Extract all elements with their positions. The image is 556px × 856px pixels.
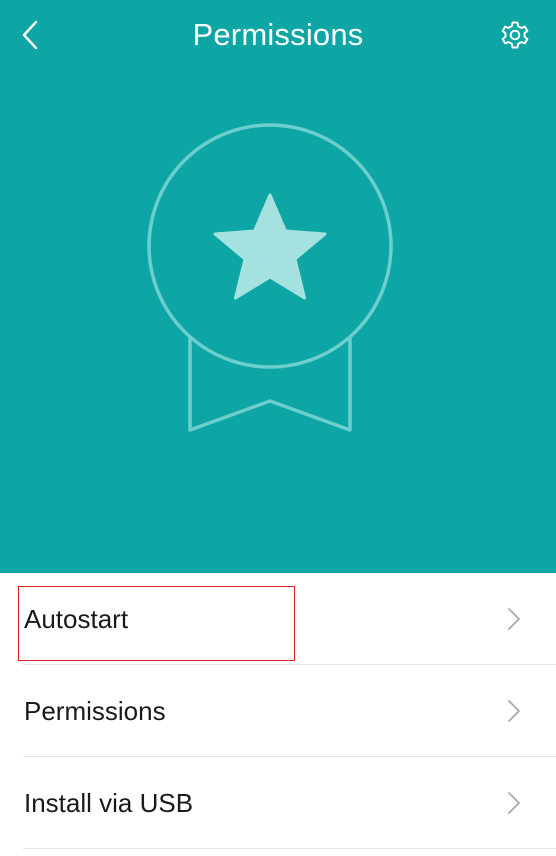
header-area: Permissions <box>0 0 556 573</box>
list-item-install-via-usb[interactable]: Install via USB <box>0 757 556 849</box>
settings-list: Autostart Permissions Install via USB <box>0 573 556 849</box>
gear-icon <box>501 21 529 49</box>
list-item-label: Autostart <box>24 604 129 634</box>
settings-button[interactable] <box>496 16 534 54</box>
page-title: Permissions <box>192 17 364 52</box>
list-item-label: Install via USB <box>24 788 194 818</box>
chevron-right-icon <box>508 700 520 722</box>
chevron-right-icon <box>508 608 520 630</box>
list-item-autostart[interactable]: Autostart <box>0 573 556 665</box>
award-star-badge-icon <box>147 123 393 432</box>
chevron-right-icon <box>508 792 520 814</box>
list-item-label: Permissions <box>24 696 166 726</box>
list-item-permissions[interactable]: Permissions <box>0 665 556 757</box>
